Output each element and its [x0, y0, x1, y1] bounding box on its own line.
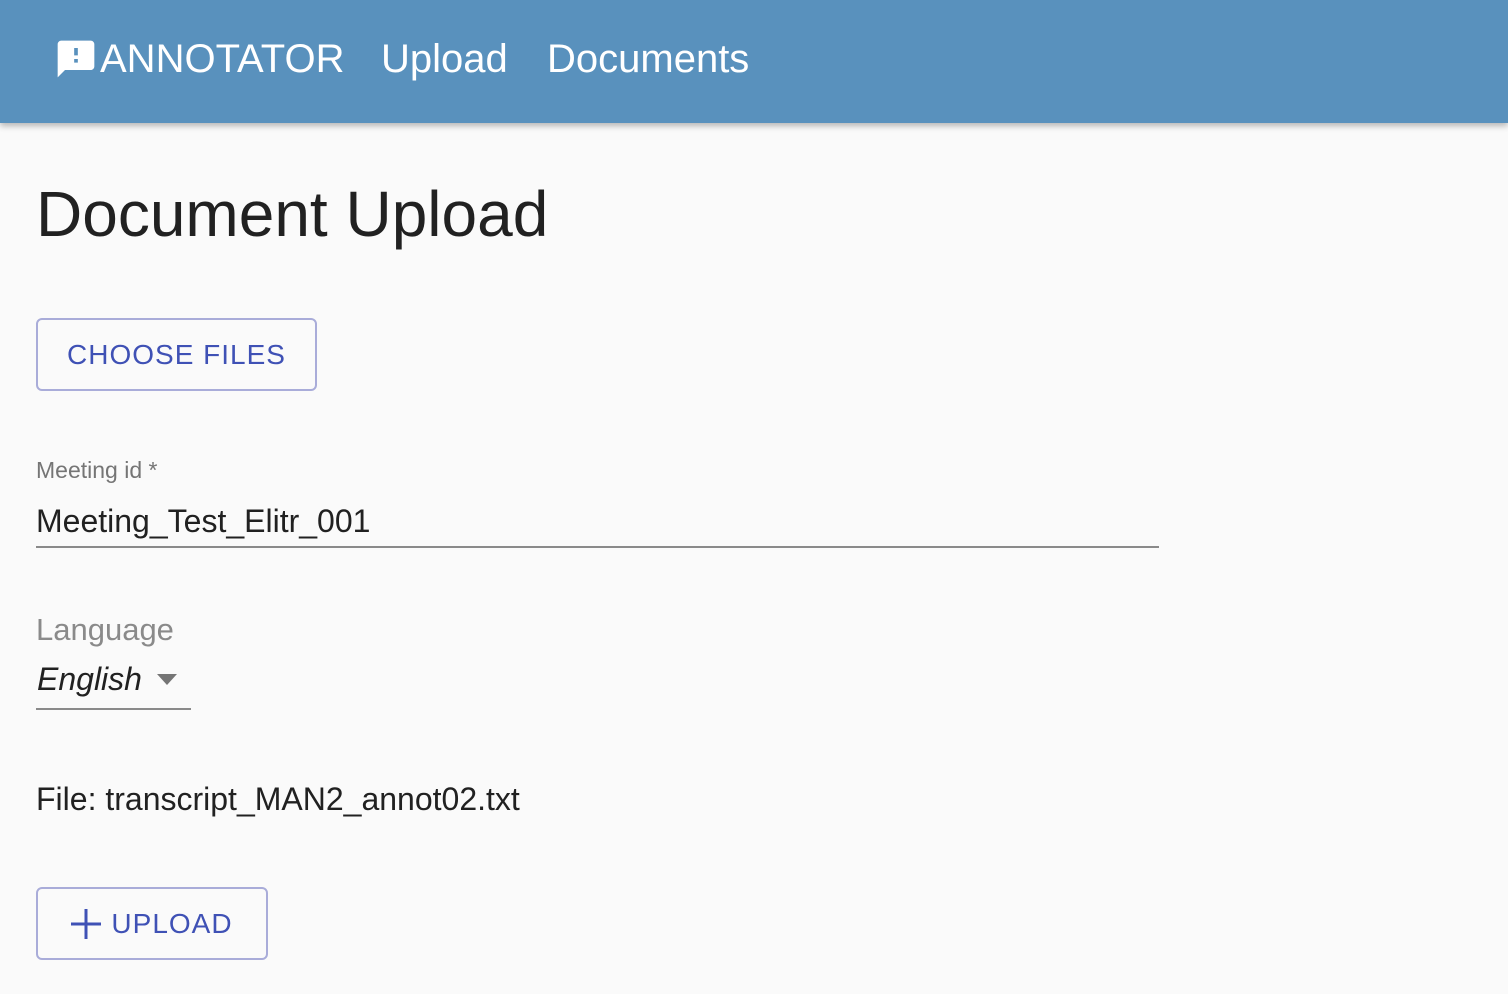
- selected-file-info: File: transcript_MAN2_annot02.txt: [36, 780, 520, 818]
- file-prefix: File:: [36, 781, 106, 817]
- upload-label: UPLOAD: [111, 907, 233, 939]
- meeting-id-input[interactable]: [36, 496, 1159, 548]
- arrow-drop-down-icon: [157, 674, 177, 685]
- language-select[interactable]: English: [36, 656, 191, 710]
- language-label: Language: [36, 612, 174, 647]
- brand[interactable]: ANNOTATOR: [54, 36, 344, 82]
- upload-button[interactable]: UPLOAD: [36, 887, 268, 960]
- nav-documents-link[interactable]: Documents: [547, 36, 749, 82]
- choose-files-label: CHOOSE FILES: [67, 338, 286, 370]
- app-bar: ANNOTATOR Upload Documents: [0, 0, 1508, 123]
- plus-icon: [71, 908, 102, 939]
- choose-files-button[interactable]: CHOOSE FILES: [36, 318, 317, 391]
- page-title: Document Upload: [36, 178, 549, 250]
- meeting-id-label: Meeting id *: [36, 457, 158, 483]
- nav-upload-link[interactable]: Upload: [381, 36, 508, 82]
- language-selected-value: English: [37, 661, 142, 697]
- file-name: transcript_MAN2_annot02.txt: [105, 781, 520, 817]
- brand-label: ANNOTATOR: [100, 37, 345, 81]
- feedback-icon: [57, 40, 95, 78]
